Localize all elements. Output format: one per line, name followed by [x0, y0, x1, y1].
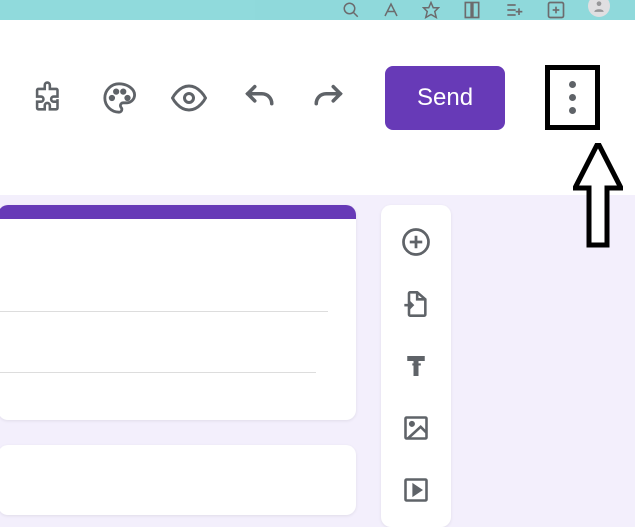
- new-tab-icon[interactable]: [546, 0, 566, 20]
- preview-icon[interactable]: [170, 79, 208, 117]
- import-questions-icon[interactable]: [401, 289, 431, 319]
- profile-avatar[interactable]: [588, 0, 610, 17]
- form-accent-bar: [0, 205, 356, 219]
- form-header-toolbar: Send: [0, 20, 635, 195]
- redo-icon[interactable]: [310, 79, 348, 117]
- more-vertical-icon: [569, 81, 576, 114]
- more-menu-button[interactable]: [545, 65, 600, 130]
- annotation-arrow-icon: [573, 143, 623, 248]
- reader-icon[interactable]: [462, 0, 482, 20]
- form-question-card[interactable]: [0, 445, 356, 515]
- form-description-input[interactable]: [0, 372, 316, 373]
- palette-icon[interactable]: [100, 79, 138, 117]
- zoom-icon[interactable]: [342, 1, 360, 19]
- star-icon[interactable]: [422, 1, 440, 19]
- add-question-icon[interactable]: [401, 227, 431, 257]
- reading-list-icon[interactable]: [504, 0, 524, 20]
- add-title-icon[interactable]: [401, 351, 431, 381]
- send-button[interactable]: Send: [385, 66, 505, 130]
- addons-icon[interactable]: [30, 79, 68, 117]
- question-toolbar: [381, 205, 451, 527]
- browser-bar: [0, 0, 635, 20]
- undo-icon[interactable]: [240, 79, 278, 117]
- text-size-icon[interactable]: [382, 1, 400, 19]
- add-video-icon[interactable]: [401, 475, 431, 505]
- form-title-card[interactable]: [0, 205, 356, 420]
- add-image-icon[interactable]: [401, 413, 431, 443]
